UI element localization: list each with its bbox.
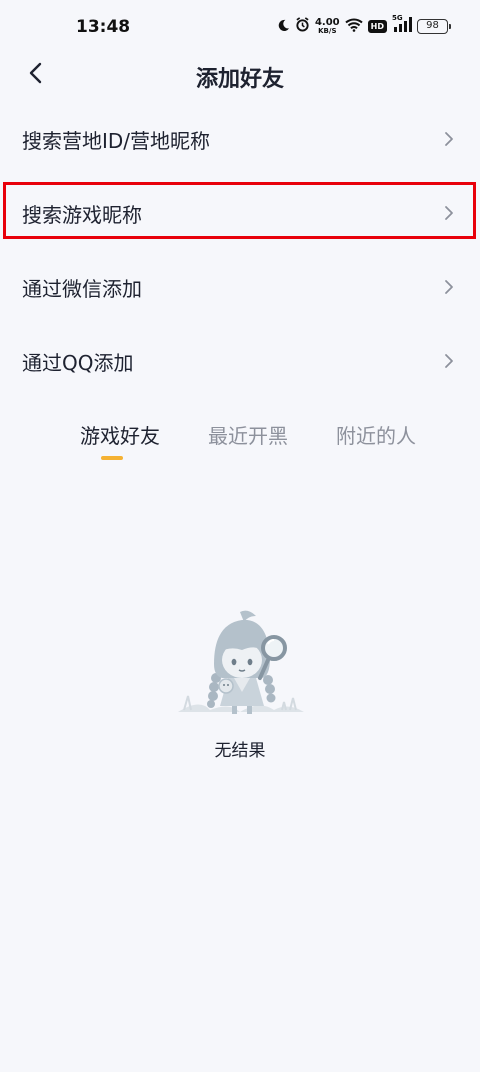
tab-label: 最近开黑 <box>208 424 288 448</box>
search-game-nickname-item[interactable]: 搜索游戏昵称 <box>0 176 480 250</box>
battery-indicator: 98 <box>417 19 451 34</box>
status-icons: 4.00 KB/S HD 5G 98 <box>277 14 451 36</box>
menu-item-label: 通过微信添加 <box>22 276 142 301</box>
friend-tabs: 游戏好友 最近开黑 附近的人 <box>56 412 440 464</box>
add-friend-options: 搜索营地ID/营地昵称 搜索游戏昵称 通过微信添加 通过QQ添加 <box>0 102 480 398</box>
menu-item-label: 搜索游戏昵称 <box>22 202 142 227</box>
tab-game-friends[interactable]: 游戏好友 <box>56 412 184 464</box>
wifi-icon <box>344 17 363 36</box>
menu-item-label: 搜索营地ID/营地昵称 <box>22 128 211 153</box>
empty-state-text: 无结果 <box>214 741 266 761</box>
moon-icon <box>277 17 290 36</box>
chevron-right-icon <box>444 279 456 295</box>
empty-state: 无结果 <box>0 606 480 761</box>
chevron-right-icon <box>444 353 456 369</box>
signal-icon: 5G <box>392 14 412 36</box>
net-speed: 4.00 KB/S <box>314 16 340 35</box>
chevron-right-icon <box>444 205 456 221</box>
empty-illustration <box>178 610 304 714</box>
network-type-label: 5G <box>392 14 403 22</box>
status-time: 13:48 <box>76 17 131 37</box>
status-bar: 13:48 4.00 KB/S HD 5G 98 <box>0 0 480 54</box>
active-tab-indicator <box>101 456 123 460</box>
add-via-wechat-item[interactable]: 通过微信添加 <box>0 250 480 324</box>
hd-badge: HD <box>367 20 387 33</box>
tab-nearby-people[interactable]: 附近的人 <box>312 412 440 464</box>
nav-bar: 添加好友 <box>0 52 480 98</box>
net-speed-value: 4.00 <box>314 16 340 28</box>
tab-label: 附近的人 <box>336 424 416 448</box>
add-via-qq-item[interactable]: 通过QQ添加 <box>0 324 480 398</box>
alarm-icon <box>295 17 310 36</box>
net-speed-unit: KB/S <box>318 26 337 35</box>
search-camp-id-item[interactable]: 搜索营地ID/营地昵称 <box>0 102 480 176</box>
tab-recent-team[interactable]: 最近开黑 <box>184 412 312 464</box>
tab-label: 游戏好友 <box>80 424 160 448</box>
chevron-right-icon <box>444 131 456 147</box>
page-title: 添加好友 <box>195 67 284 92</box>
menu-item-label: 通过QQ添加 <box>22 350 134 375</box>
